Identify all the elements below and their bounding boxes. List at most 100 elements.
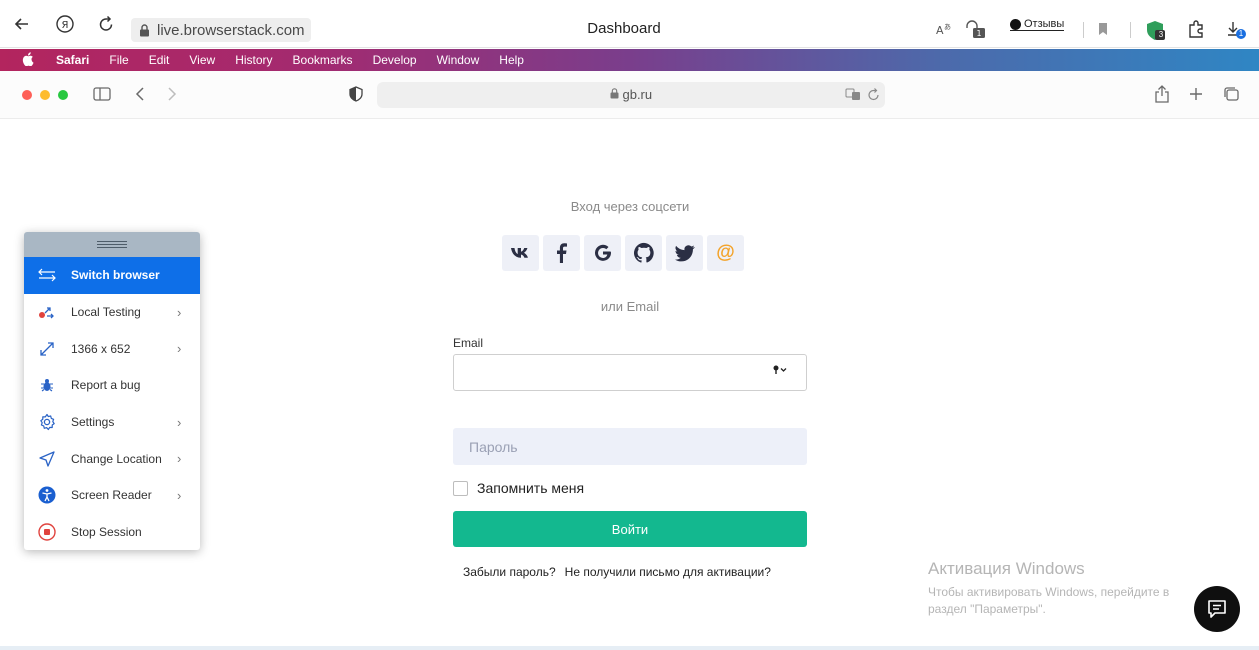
menu-help[interactable]: Help (499, 53, 524, 67)
reload-icon[interactable] (96, 14, 116, 34)
email-field[interactable] (453, 354, 807, 391)
bs-switch-browser[interactable]: Switch browser (24, 257, 200, 294)
mail-login-button[interactable]: @ (707, 235, 744, 271)
social-login-title: Вход через соцсети (570, 199, 690, 214)
close-window-button[interactable] (22, 90, 32, 100)
login-button[interactable]: Войти (453, 511, 807, 547)
password-manager-icon[interactable]: 1 (964, 20, 985, 40)
bs-screen-reader[interactable]: Screen Reader › (24, 477, 200, 514)
apple-logo-icon[interactable] (22, 51, 36, 69)
chevron-right-icon: › (177, 487, 182, 503)
github-icon (633, 242, 654, 263)
menu-edit[interactable]: Edit (149, 53, 170, 67)
chevron-right-icon: › (177, 451, 182, 467)
sidebar-icon[interactable] (93, 86, 111, 105)
github-login-button[interactable] (625, 235, 662, 271)
download-badge: 1 (1238, 29, 1244, 38)
remember-me-label: Запомнить меня (477, 480, 585, 496)
bs-local-testing[interactable]: Local Testing › (24, 294, 200, 331)
bug-icon (38, 376, 56, 394)
minimize-window-button[interactable] (40, 90, 50, 100)
download-icon[interactable]: 1 (1226, 19, 1246, 39)
bs-screen-reader-label: Screen Reader (71, 488, 152, 503)
menu-develop[interactable]: Develop (373, 53, 417, 67)
twitter-login-button[interactable] (666, 235, 703, 271)
bs-stop-session[interactable]: Stop Session (24, 514, 200, 550)
stop-icon (38, 523, 56, 541)
back-arrow-icon[interactable] (12, 14, 32, 34)
share-icon[interactable] (1154, 84, 1170, 107)
privacy-shield-icon[interactable] (349, 86, 363, 105)
bs-local-testing-label: Local Testing (71, 305, 141, 320)
safari-reload-icon[interactable] (867, 87, 880, 106)
chevron-right-icon: › (177, 414, 182, 430)
or-email-divider: или Email (600, 299, 660, 314)
bs-stop-session-label: Stop Session (71, 525, 142, 540)
svg-text:1: 1 (976, 29, 981, 38)
speech-bubble-icon (1010, 18, 1021, 30)
gear-icon (38, 413, 56, 431)
windows-activation-line1: Чтобы активировать Windows, перейдите в (928, 585, 1170, 599)
outer-url-text: live.browserstack.com (157, 21, 305, 39)
bs-switch-browser-label: Switch browser (71, 268, 160, 283)
chat-button[interactable] (1194, 586, 1240, 632)
extension-badge: 3 (1158, 30, 1164, 39)
shield-extension-icon[interactable]: 3 (1145, 19, 1165, 40)
windows-activation-title: Активация Windows (928, 559, 1085, 578)
lock-icon (140, 23, 149, 36)
menu-window[interactable]: Window (437, 53, 480, 67)
remember-me-checkbox[interactable] (453, 480, 468, 496)
bs-settings[interactable]: Settings › (24, 404, 200, 441)
chat-icon (1208, 600, 1226, 618)
google-login-button[interactable] (584, 235, 621, 271)
bs-change-location-label: Change Location (71, 451, 162, 466)
toolbar-divider (1083, 22, 1084, 38)
tab-overview-icon[interactable] (1222, 86, 1240, 105)
safari-back-icon[interactable] (134, 86, 146, 105)
svg-text:Я: Я (62, 20, 69, 31)
puzzle-extensions-icon[interactable] (1186, 19, 1206, 39)
key-autofill-icon[interactable] (773, 364, 787, 378)
facebook-login-button[interactable] (543, 235, 580, 271)
email-label: Email (453, 336, 484, 350)
vk-icon (510, 248, 528, 258)
local-testing-icon (38, 303, 56, 321)
toolbar-divider (1130, 22, 1131, 38)
menu-file[interactable]: File (109, 53, 128, 67)
yandex-icon[interactable]: Я (55, 14, 75, 34)
social-buttons-row: @ (502, 235, 744, 271)
forgot-password-link[interactable]: Забыли пароль? (463, 565, 556, 579)
menu-history[interactable]: History (235, 53, 272, 67)
resend-activation-link[interactable]: Не получили письмо для активации? (565, 565, 771, 579)
new-tab-plus-icon[interactable] (1188, 86, 1204, 105)
bs-change-location[interactable]: Change Location › (24, 440, 200, 477)
resolution-icon (38, 340, 56, 358)
chevron-right-icon: › (177, 304, 182, 320)
safari-forward-icon[interactable] (166, 86, 178, 105)
translate-icon[interactable]: Aあ (934, 20, 954, 40)
twitter-icon (674, 244, 695, 261)
zoom-window-button[interactable] (58, 90, 68, 100)
bookmark-icon[interactable] (1093, 20, 1113, 40)
mail-icon: @ (716, 242, 735, 263)
menu-view[interactable]: View (189, 53, 215, 67)
drag-grip-icon (97, 241, 127, 248)
outer-address-bar[interactable]: live.browserstack.com (131, 18, 311, 42)
safari-address-bar[interactable]: gb.ru (377, 82, 885, 108)
svg-text:あ: あ (944, 23, 951, 31)
menu-bookmarks[interactable]: Bookmarks (293, 53, 353, 67)
feedback-button[interactable]: Отзывы (1010, 18, 1065, 31)
menu-safari[interactable]: Safari (56, 53, 89, 67)
password-field[interactable] (453, 428, 807, 465)
bs-report-bug[interactable]: Report a bug (24, 367, 200, 404)
panel-drag-handle[interactable] (24, 232, 200, 257)
windows-activation-watermark: Активация Windows Чтобы активировать Win… (928, 559, 1169, 618)
screen: Я live.browserstack.com Dashboard Aあ 1 О… (0, 0, 1259, 650)
bs-resolution[interactable]: 1366 x 652 › (24, 330, 200, 367)
bs-resolution-label: 1366 x 652 (71, 341, 131, 356)
translate-page-icon[interactable] (845, 87, 861, 106)
vk-login-button[interactable] (502, 235, 539, 271)
page-bottom-edge (0, 646, 1259, 650)
outer-browser-toolbar: Я live.browserstack.com Dashboard Aあ 1 О… (0, 0, 1259, 48)
help-links: Забыли пароль? Не получили письмо для ак… (463, 565, 771, 579)
